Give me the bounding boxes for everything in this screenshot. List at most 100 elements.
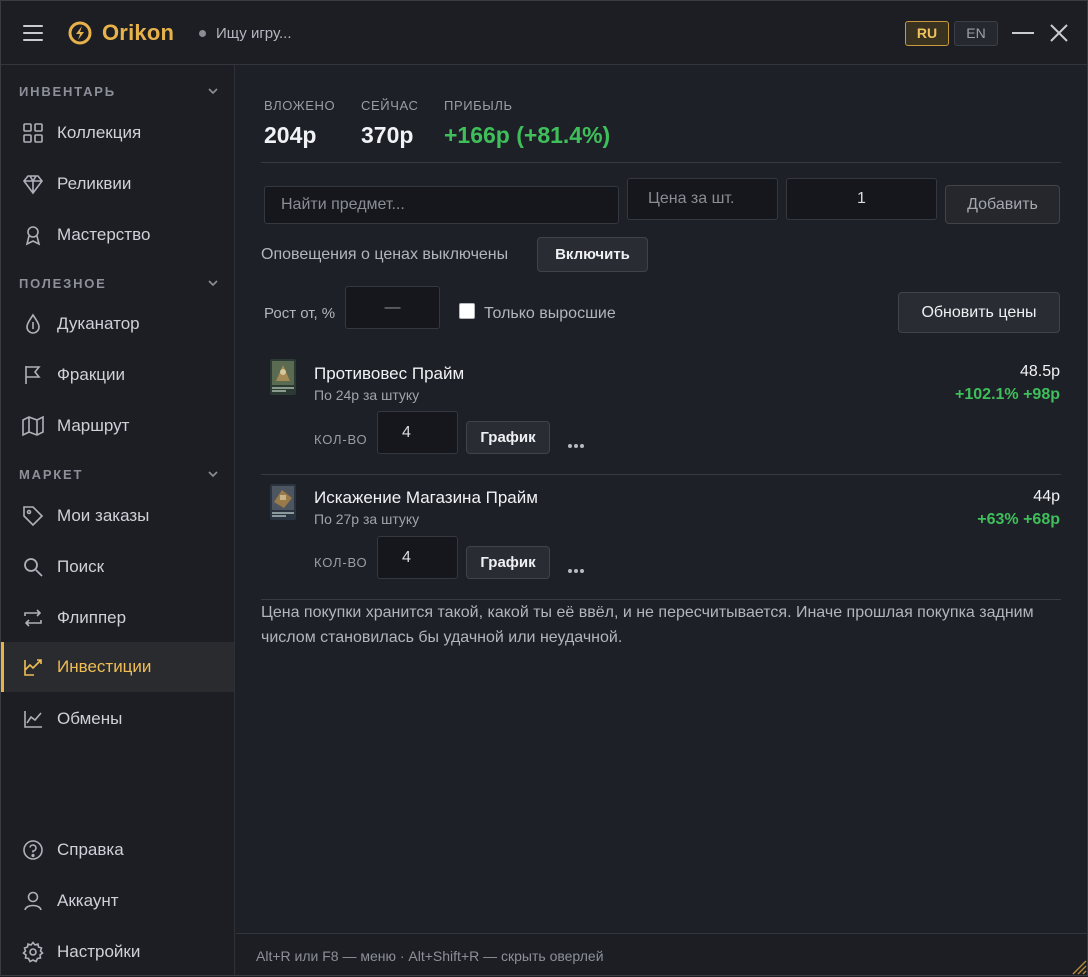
gear-icon: [22, 941, 44, 963]
item-name: Искажение Магазина Прайм: [314, 488, 538, 507]
sidebar-item-investments[interactable]: Инвестиции: [1, 642, 234, 692]
sidebar-item-label: Дуканатор: [57, 314, 140, 333]
lang-ru-button[interactable]: RU: [905, 21, 949, 46]
lang-en-button[interactable]: EN: [954, 21, 998, 46]
sidebar-item-label: Коллекция: [57, 123, 142, 142]
droplet-icon: [26, 313, 40, 334]
sidebar-item-flipper[interactable]: Флиппер: [1, 593, 234, 643]
sidebar-item-factions[interactable]: Фракции: [1, 350, 234, 400]
sidebar-item-settings[interactable]: Настройки: [1, 927, 234, 977]
item-search-input[interactable]: Найти предмет...: [264, 186, 619, 224]
item-gain: +63% +68р: [977, 511, 1060, 528]
only-grown-checkbox[interactable]: [459, 303, 475, 319]
sidebar-item-ducanator[interactable]: Дуканатор: [1, 299, 234, 349]
swap-icon: [24, 609, 42, 627]
game-search-status: Ищу игру...: [216, 25, 292, 42]
item-thumbnail-icon: [270, 484, 296, 520]
item-qty-input[interactable]: 4: [377, 411, 458, 454]
hotkey-hint: Alt+R или F8 — меню · Alt+Shift+R — скры…: [256, 948, 604, 964]
quantity-input[interactable]: 1: [786, 178, 937, 220]
more-options-icon[interactable]: [568, 435, 588, 448]
add-button[interactable]: Добавить: [945, 185, 1060, 224]
sidebar-item-relics[interactable]: Реликвии: [1, 159, 234, 209]
divider: [261, 474, 1061, 475]
section-title: ПОЛЕЗНОЕ: [19, 276, 107, 291]
refresh-prices-button[interactable]: Обновить цены: [898, 292, 1060, 333]
chevron-down-icon: [208, 280, 218, 287]
growth-filter-label: Рост от, %: [264, 305, 336, 322]
investments-panel: ВЛОЖЕНО 204р СЕЙЧАС 370р ПРИБЫЛЬ +166р (…: [236, 65, 1087, 933]
growth-filter-input[interactable]: —: [345, 286, 440, 329]
help-icon: [23, 840, 43, 860]
qty-label: КОЛ-ВО: [314, 555, 368, 570]
current-value: 370р: [361, 122, 414, 148]
sidebar-item-account[interactable]: Аккаунт: [1, 876, 234, 926]
section-inventory[interactable]: ИНВЕНТАРЬ: [19, 84, 219, 99]
sidebar-item-help[interactable]: Справка: [1, 825, 234, 875]
chart-button[interactable]: График: [466, 546, 550, 579]
item-qty-input[interactable]: 4: [377, 536, 458, 579]
investments-icon: [24, 659, 42, 676]
sidebar-item-route[interactable]: Маршрут: [1, 401, 234, 451]
unit-price-input[interactable]: Цена за шт.: [627, 178, 778, 220]
chart-icon: [24, 711, 42, 728]
sidebar-item-my-orders[interactable]: Мои заказы: [1, 491, 234, 541]
sidebar-item-label: Настройки: [57, 942, 141, 961]
qty-label: КОЛ-ВО: [314, 432, 368, 447]
item-thumbnail-icon: [270, 359, 296, 395]
sidebar-item-mastery[interactable]: Мастерство: [1, 210, 234, 260]
sidebar-item-label: Маршрут: [57, 416, 130, 435]
sidebar-item-label: Реликвии: [57, 174, 132, 193]
section-title: ИНВЕНТАРЬ: [19, 84, 116, 99]
item-gain: +102.1% +98р: [955, 386, 1060, 403]
search-icon: [24, 558, 43, 577]
item-name: Противовес Прайм: [314, 364, 465, 383]
sidebar-item-label: Справка: [57, 840, 124, 859]
orikon-logo-icon: [68, 21, 92, 45]
chevron-down-icon: [208, 471, 218, 478]
user-icon: [24, 891, 42, 911]
menu-icon[interactable]: [23, 25, 43, 41]
resize-grip-icon[interactable]: [1067, 955, 1087, 975]
app-window: Orikon Ищу игру... RU EN ИНВЕНТАРЬ Колле…: [0, 0, 1088, 976]
sidebar-item-search[interactable]: Поиск: [1, 542, 234, 592]
item-current-price: 48.5р: [1019, 363, 1060, 380]
sidebar-item-collection[interactable]: Коллекция: [1, 108, 234, 158]
sidebar: ИНВЕНТАРЬ Коллекция Реликвии Мастерство …: [1, 65, 235, 975]
map-icon: [22, 415, 44, 437]
item-unit-price: По 24р за штуку: [314, 387, 420, 403]
only-grown-label: Только выросшие: [484, 305, 616, 322]
grid-icon: [23, 123, 43, 143]
status-bar: Alt+R или F8 — меню · Alt+Shift+R — скры…: [236, 933, 1087, 975]
flag-icon: [25, 366, 41, 384]
item-unit-price: По 27р за штуку: [314, 511, 420, 527]
item-current-price: 44р: [1033, 488, 1060, 505]
sidebar-item-label: Мои заказы: [57, 506, 150, 525]
section-market[interactable]: МАРКЕТ: [19, 467, 219, 482]
sidebar-item-label: Фракции: [57, 365, 125, 384]
invested-label: ВЛОЖЕНО: [264, 98, 336, 113]
sidebar-item-label: Аккаунт: [57, 891, 119, 910]
medal-icon: [25, 226, 41, 246]
profit-value: +166р (+81.4%): [444, 122, 611, 148]
minimize-icon[interactable]: [1012, 32, 1034, 34]
close-icon[interactable]: [1048, 22, 1070, 44]
sidebar-item-label: Флиппер: [57, 608, 127, 627]
section-useful[interactable]: ПОЛЕЗНОЕ: [19, 276, 219, 291]
sidebar-item-label: Мастерство: [57, 225, 151, 244]
tag-icon: [23, 506, 44, 527]
price-alerts-status: Оповещения о ценах выключены: [261, 246, 509, 263]
chevron-down-icon: [208, 88, 218, 95]
sidebar-item-label: Обмены: [57, 709, 123, 728]
sidebar-item-trades[interactable]: Обмены: [1, 694, 234, 744]
app-brand: Orikon: [102, 20, 175, 45]
profit-label: ПРИБЫЛЬ: [444, 98, 513, 113]
diamond-icon: [22, 175, 44, 195]
enable-alerts-button[interactable]: Включить: [537, 237, 648, 272]
chart-button[interactable]: График: [466, 421, 550, 454]
section-title: МАРКЕТ: [19, 467, 84, 482]
more-options-icon[interactable]: [568, 560, 588, 573]
current-label: СЕЙЧАС: [361, 98, 419, 113]
title-bar: Orikon Ищу игру... RU EN: [1, 1, 1087, 65]
status-dot: [199, 30, 206, 37]
